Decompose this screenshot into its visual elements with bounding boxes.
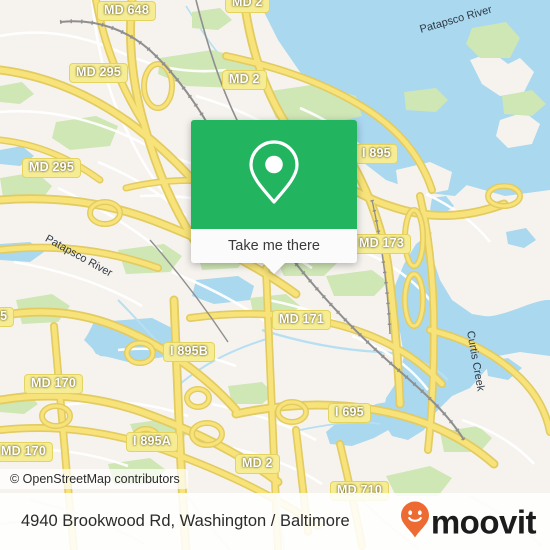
take-me-there-label: Take me there	[228, 238, 320, 254]
road-shield[interactable]: 95	[0, 307, 15, 327]
road-shield[interactable]: MD 2	[235, 454, 280, 474]
road-shield[interactable]: MD 2	[222, 70, 267, 90]
road-shield[interactable]: MD 170	[24, 374, 83, 394]
road-shield[interactable]: I 895A	[126, 432, 179, 452]
footer-bar: 4940 Brookwood Rd, Washington / Baltimor…	[0, 493, 550, 550]
road-shield[interactable]: I 895B	[163, 342, 216, 362]
road-shield[interactable]: MD 648	[97, 1, 156, 21]
road-shield[interactable]: MD 170	[0, 442, 53, 462]
road-shield[interactable]: MD 173	[352, 234, 411, 254]
moovit-logo[interactable]: moovit	[400, 500, 537, 543]
moovit-wordmark: moovit	[430, 503, 537, 540]
callout-icon-panel	[191, 120, 357, 229]
address-label: 4940 Brookwood Rd, Washington / Baltimor…	[21, 512, 350, 530]
road-shield[interactable]: MD 2	[225, 0, 270, 13]
callout-pointer-tail	[263, 263, 285, 274]
map-canvas[interactable]: MD 648 MD 2 MD 295 MD 2 MD 295 I 895 MD …	[0, 0, 550, 550]
map-attribution[interactable]: © OpenStreetMap contributors	[0, 469, 188, 489]
road-shield[interactable]: MD 295	[22, 158, 81, 178]
road-shield[interactable]: I 695	[328, 403, 371, 423]
map-pin-icon	[246, 138, 302, 211]
destination-callout-card[interactable]: Take me there	[191, 120, 357, 274]
road-shield[interactable]: I 895	[355, 144, 398, 164]
map-screen: MD 648 MD 2 MD 295 MD 2 MD 295 I 895 MD …	[0, 0, 550, 550]
road-shield[interactable]: MD 171	[272, 310, 331, 330]
callout-action-panel[interactable]: Take me there	[191, 229, 357, 274]
road-shield[interactable]: MD 295	[69, 63, 128, 83]
moovit-smiley-pin-icon	[400, 500, 430, 543]
